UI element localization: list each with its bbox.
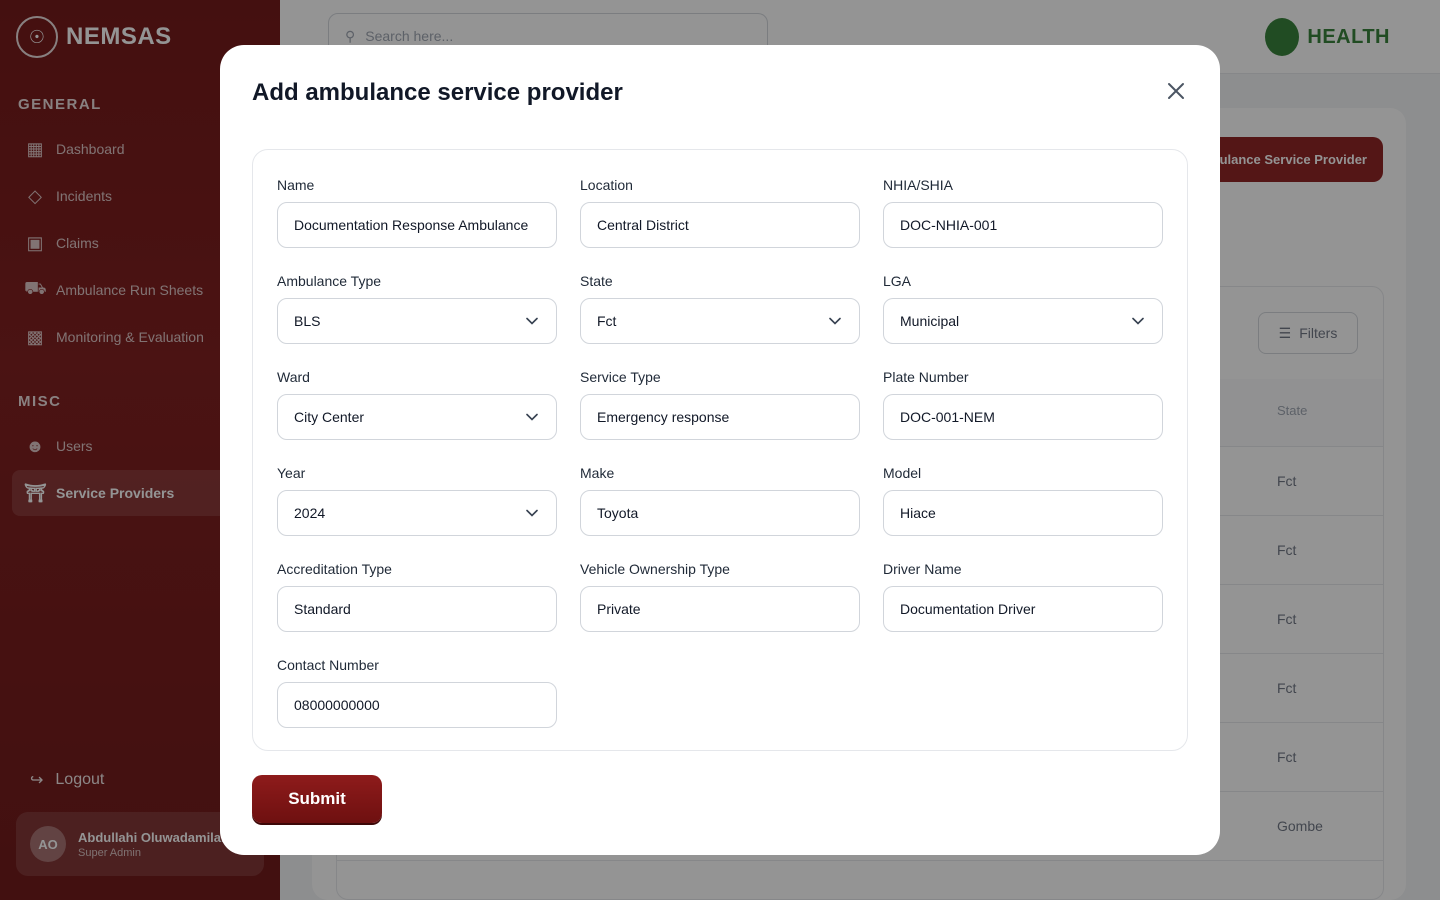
chevron-down-icon bbox=[829, 314, 843, 328]
close-icon bbox=[1168, 83, 1184, 99]
ward-label: Ward bbox=[277, 369, 310, 385]
model-field-group: Model bbox=[883, 464, 1163, 536]
make-field-group: Make bbox=[580, 464, 860, 536]
ownership-type-label: Vehicle Ownership Type bbox=[580, 561, 730, 577]
driver-name-label: Driver Name bbox=[883, 561, 962, 577]
chevron-down-icon bbox=[1132, 314, 1146, 328]
ambulance-type-value: BLS bbox=[294, 313, 321, 329]
plate-number-label: Plate Number bbox=[883, 369, 969, 385]
lga-select[interactable]: Municipal bbox=[883, 298, 1163, 344]
year-select[interactable]: 2024 bbox=[277, 490, 557, 536]
model-label: Model bbox=[883, 465, 922, 481]
ward-field-group: Ward City Center bbox=[277, 368, 557, 440]
accreditation-type-input[interactable] bbox=[277, 586, 557, 632]
chevron-down-icon bbox=[526, 314, 540, 328]
modal-title: Add ambulance service provider bbox=[252, 79, 623, 106]
ambulance-type-select[interactable]: BLS bbox=[277, 298, 557, 344]
plate-number-field-group: Plate Number bbox=[883, 368, 1163, 440]
service-type-field-group: Service Type bbox=[580, 368, 860, 440]
driver-name-input[interactable] bbox=[883, 586, 1163, 632]
make-input[interactable] bbox=[580, 490, 860, 536]
lga-value: Municipal bbox=[900, 313, 960, 329]
ward-select[interactable]: City Center bbox=[277, 394, 557, 440]
contact-number-input[interactable] bbox=[277, 682, 557, 728]
contact-number-field-group: Contact Number bbox=[277, 656, 557, 728]
ownership-type-field-group: Vehicle Ownership Type bbox=[580, 560, 860, 632]
service-type-label: Service Type bbox=[580, 369, 661, 385]
model-input[interactable] bbox=[883, 490, 1163, 536]
location-input[interactable] bbox=[580, 202, 860, 248]
plate-number-input[interactable] bbox=[883, 394, 1163, 440]
nhia-label: NHIA/SHIA bbox=[883, 177, 954, 193]
close-button[interactable] bbox=[1160, 75, 1192, 107]
nhia-input[interactable] bbox=[883, 202, 1163, 248]
state-label: State bbox=[580, 273, 613, 289]
lga-field-group: LGA Municipal bbox=[883, 272, 1163, 344]
chevron-down-icon bbox=[526, 410, 540, 424]
name-label: Name bbox=[277, 177, 315, 193]
ward-value: City Center bbox=[294, 409, 365, 425]
ambulance-type-field-group: Ambulance Type BLS bbox=[277, 272, 557, 344]
state-field-group: State Fct bbox=[580, 272, 860, 344]
name-input[interactable] bbox=[277, 202, 557, 248]
accreditation-type-label: Accreditation Type bbox=[277, 561, 392, 577]
lga-label: LGA bbox=[883, 273, 912, 289]
year-label: Year bbox=[277, 465, 306, 481]
make-label: Make bbox=[580, 465, 615, 481]
location-label: Location bbox=[580, 177, 633, 193]
nhia-field-group: NHIA/SHIA bbox=[883, 176, 1163, 248]
year-field-group: Year 2024 bbox=[277, 464, 557, 536]
service-type-input[interactable] bbox=[580, 394, 860, 440]
accreditation-type-field-group: Accreditation Type bbox=[277, 560, 557, 632]
provider-form: Name Location NHIA/SHIA Ambulance Type B… bbox=[252, 149, 1188, 751]
chevron-down-icon bbox=[526, 506, 540, 520]
driver-name-field-group: Driver Name bbox=[883, 560, 1163, 632]
year-value: 2024 bbox=[294, 505, 326, 521]
state-select[interactable]: Fct bbox=[580, 298, 860, 344]
ambulance-type-label: Ambulance Type bbox=[277, 273, 382, 289]
ownership-type-input[interactable] bbox=[580, 586, 860, 632]
name-field-group: Name bbox=[277, 176, 557, 248]
add-provider-modal: Add ambulance service provider Name Loca… bbox=[220, 45, 1220, 855]
contact-number-label: Contact Number bbox=[277, 657, 379, 673]
submit-button[interactable]: Submit bbox=[252, 775, 382, 823]
state-value: Fct bbox=[597, 313, 617, 329]
location-field-group: Location bbox=[580, 176, 860, 248]
